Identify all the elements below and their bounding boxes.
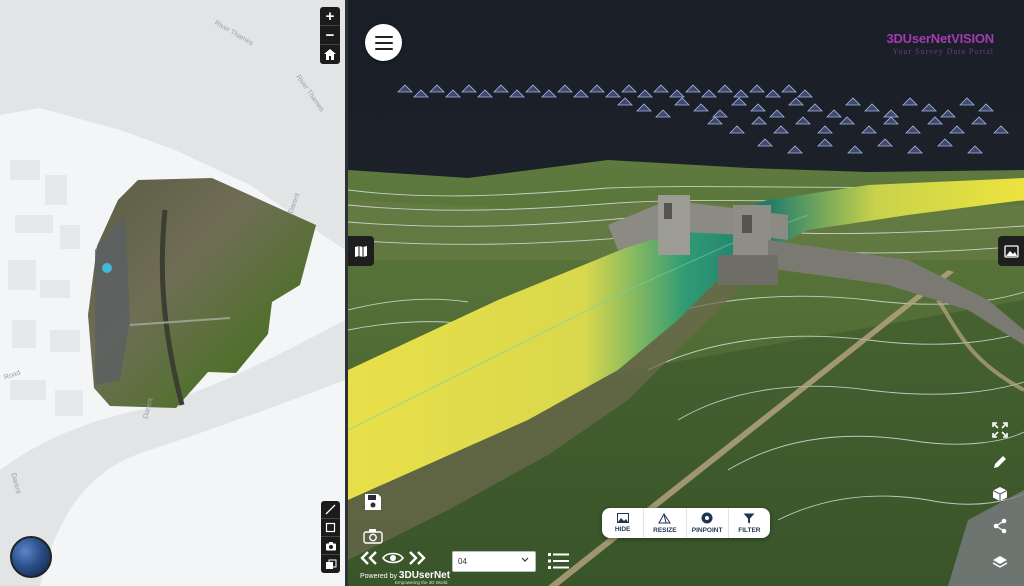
globe-view-button[interactable] [10,536,52,578]
hide-button[interactable]: HIDE [602,508,645,538]
zoom-in-button[interactable]: + [320,7,340,26]
list-view-button[interactable] [548,552,570,575]
brand-name: 3DUserNetVISION [886,31,994,46]
next-button[interactable] [408,551,426,565]
screenshot-button[interactable] [363,528,383,549]
share-button[interactable] [990,516,1010,536]
previous-button[interactable] [360,551,378,565]
image-icon [616,513,629,523]
powered-by-logo: Powered by 3DUserNet Empowering the 3D W… [360,570,450,585]
hamburger-line [374,47,393,50]
double-chevron-right-icon [409,551,426,565]
expand-icon [992,422,1008,438]
hamburger-line [374,41,393,44]
image-icon [1003,244,1019,258]
square-icon [325,522,336,533]
target-icon [701,512,713,524]
copy-icon [325,559,336,569]
playback-controls [360,551,426,565]
brand-logo: 3DUserNetVISION Your Survey Data Portal [886,31,994,56]
toggle-image-panel-button[interactable] [998,236,1024,266]
basemap [0,108,345,586]
share-icon [993,518,1007,534]
viewer-toolbar: HIDE RESIZE PINPOINT FILTER [602,508,770,538]
resize-button[interactable]: RESIZE [644,508,687,538]
draw-rectangle-button[interactable] [321,519,340,537]
map-snapshot-button[interactable] [321,537,340,555]
map-icon [355,245,367,257]
filter-label: FILTER [738,526,761,534]
pencil-icon [994,456,1006,468]
line-icon [325,504,336,515]
pinpoint-label: PINPOINT [691,527,723,534]
fullscreen-button[interactable] [990,420,1010,440]
hide-label: HIDE [614,526,631,533]
main-menu-button[interactable] [365,24,402,61]
filter-icon [743,513,755,523]
draw-controls [321,501,340,573]
epoch-select[interactable]: 04 [452,551,536,572]
chevron-down-icon [521,557,529,562]
zoom-out-button[interactable]: − [320,26,340,45]
camera-icon [325,541,336,550]
epoch-select-value: 04 [458,557,467,566]
list-icon [548,553,569,569]
camera-icon [363,529,383,544]
toggle-map-panel-button[interactable] [348,236,374,266]
home-icon [324,49,336,60]
viewer-3d[interactable]: 3DUserNetVISION Your Survey Data Portal [348,0,1024,586]
edit-button[interactable] [990,452,1010,472]
eye-icon [382,552,404,564]
resize-label: RESIZE [653,526,677,534]
layers-button[interactable] [990,552,1010,572]
draw-line-button[interactable] [321,501,340,519]
map-zoom-controls: + − [320,7,340,64]
filter-button[interactable]: FILTER [729,508,770,538]
map-2d-panel[interactable]: River Thames River Thames Darent Darent … [0,0,345,586]
layers-icon [992,556,1008,568]
pinpoint-button[interactable]: PINPOINT [687,508,729,538]
floppy-disk-icon [365,494,381,510]
hamburger-icon [374,35,393,38]
app-root: River Thames River Thames Darent Darent … [0,0,1024,586]
layers-toggle-button[interactable] [321,555,340,573]
toggle-visibility-button[interactable] [382,551,404,565]
save-view-button[interactable] [364,493,382,516]
model-view-button[interactable] [990,484,1010,504]
point-cloud-scene [348,0,1024,586]
pyramid-icon [658,512,672,523]
home-button[interactable] [320,45,340,64]
brand-tagline: Your Survey Data Portal [892,47,994,56]
double-chevron-left-icon [360,551,377,565]
cube-icon [992,487,1008,501]
powered-by-tagline: Empowering the 3D World [395,580,448,585]
powered-by-prefix: Powered by [360,573,397,580]
